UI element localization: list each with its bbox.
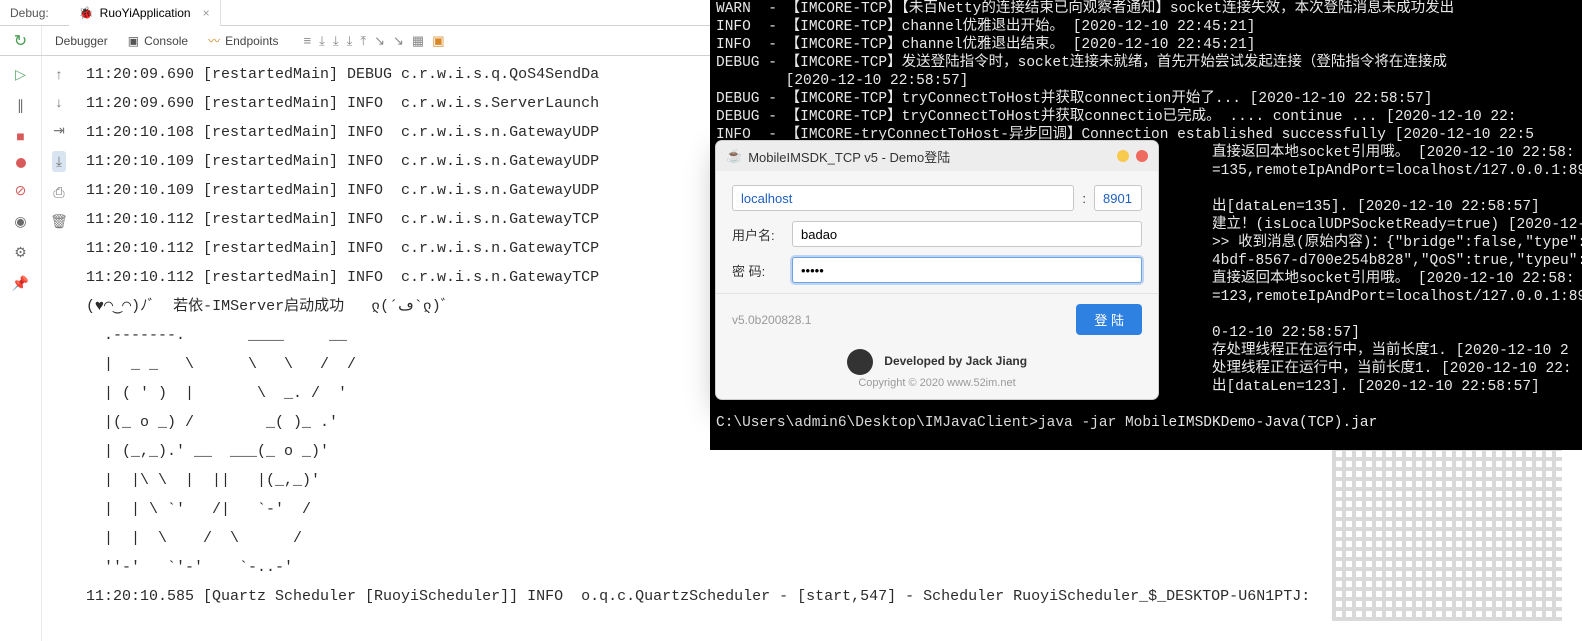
snapshot-icon[interactable]: ◉ [14,213,26,230]
dialog-separator [716,293,1158,294]
host-port-separator: : [1082,191,1086,206]
step-into-my-icon[interactable]: ⤓ [333,33,339,49]
endpoints-icon: 〰 [208,32,220,49]
down-stack-icon[interactable]: ↓ [56,94,63,110]
password-input[interactable] [792,257,1142,283]
tab-endpoints-label: Endpoints [225,34,278,48]
soft-wrap-icon[interactable]: ⇥ [53,122,65,139]
java-icon: ☕ [726,148,742,164]
step-into-icon[interactable]: ⤓ [319,33,325,49]
step-over-icon[interactable]: ≡ [303,33,311,49]
console-tool-gutter: ↑ ↓ ⇥ ⤓ ⎙ 🗑 [42,56,76,641]
debug-label: Debug: [0,6,69,20]
minimize-icon[interactable] [1117,150,1129,162]
mute-breakpoints-icon[interactable]: ⊘ [15,182,27,199]
version-label: v5.0b200828.1 [732,313,811,327]
console-icon: ▣ [128,34,139,48]
up-stack-icon[interactable]: ↑ [56,66,63,82]
username-label: 用户名: [732,225,784,244]
tab-debugger[interactable]: Debugger [46,32,117,50]
ide-left-gutter: ▷ ∥ ■ ⊘ ◉ ⚙ 📌 [0,56,42,641]
view-breakpoints-icon[interactable] [16,158,26,168]
close-tab-icon[interactable]: × [203,6,210,20]
rerun-button[interactable]: ↻ [0,26,42,55]
copyright-label: Copyright © 2020 www.52im.net [858,377,1015,389]
settings-icon[interactable]: ⚙ [14,244,27,261]
tab-endpoints[interactable]: 〰 Endpoints [199,30,287,51]
password-label: 密 码: [732,261,784,280]
scroll-to-end-icon[interactable]: ⤓ [52,151,66,172]
print-icon[interactable]: ⎙ [53,184,64,201]
login-button[interactable]: 登 陆 [1076,304,1142,335]
step-out-icon[interactable]: ⤒ [360,33,366,49]
resume-icon[interactable]: ▷ [15,66,26,83]
close-icon[interactable] [1136,150,1148,162]
bug-icon: 🐞 [79,6,94,20]
port-input[interactable] [1094,185,1142,211]
force-step-icon[interactable]: ⤓ [347,33,353,49]
tab-console-label: Console [144,34,188,48]
run-to-cursor-icon[interactable]: ↘ [393,33,404,49]
reload-icon: ↻ [14,31,27,51]
debug-step-buttons: ≡ ⤓ ⤓ ⤓ ⤒ ↘ ↘ ▦ ▣ [303,33,444,49]
developer-label: Developed by Jack Jiang [884,354,1027,368]
evaluate-icon[interactable]: ▦ [412,33,424,49]
drop-frame-icon[interactable]: ↘ [374,33,385,49]
host-input[interactable] [732,185,1074,211]
dialog-title: MobileIMSDK_TCP v5 - Demo登陆 [748,147,950,166]
avatar-icon [847,349,873,375]
run-config-tab[interactable]: 🐞 RuoYiApplication × [69,0,221,26]
stop-icon[interactable]: ■ [16,128,24,144]
run-config-name: RuoYiApplication [100,6,191,20]
username-input[interactable] [792,221,1142,247]
pin-icon[interactable]: 📌 [12,275,29,292]
dialog-titlebar[interactable]: ☕ MobileIMSDK_TCP v5 - Demo登陆 [716,141,1158,171]
pause-icon[interactable]: ∥ [17,97,24,114]
clear-all-icon[interactable]: 🗑 [50,213,68,230]
login-dialog: ☕ MobileIMSDK_TCP v5 - Demo登陆 : 用户名: 密 码… [715,140,1159,400]
tab-debugger-label: Debugger [55,34,108,48]
tab-console[interactable]: ▣ Console [119,32,197,50]
trace-icon[interactable]: ▣ [432,33,444,49]
